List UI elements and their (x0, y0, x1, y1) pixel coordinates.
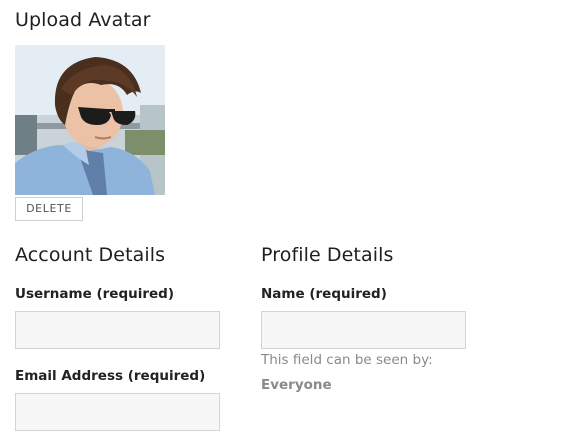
avatar (15, 45, 165, 195)
field-visibility-value[interactable]: Everyone (261, 377, 332, 393)
avatar-photo (15, 45, 165, 195)
email-label: Email Address (required) (15, 368, 206, 384)
delete-avatar-button[interactable]: DELETE (15, 197, 83, 221)
profile-edit-page: Upload Avatar DELETE Account Details Use… (0, 0, 579, 441)
username-label: Username (required) (15, 286, 174, 302)
name-label: Name (required) (261, 286, 387, 302)
field-visibility-text: This field can be seen by: (261, 352, 433, 368)
name-field[interactable] (261, 311, 466, 349)
username-field[interactable] (15, 311, 220, 349)
email-field[interactable] (15, 393, 220, 431)
account-details-title: Account Details (15, 244, 166, 266)
profile-details-title: Profile Details (261, 244, 394, 266)
upload-avatar-title: Upload Avatar (15, 9, 151, 31)
